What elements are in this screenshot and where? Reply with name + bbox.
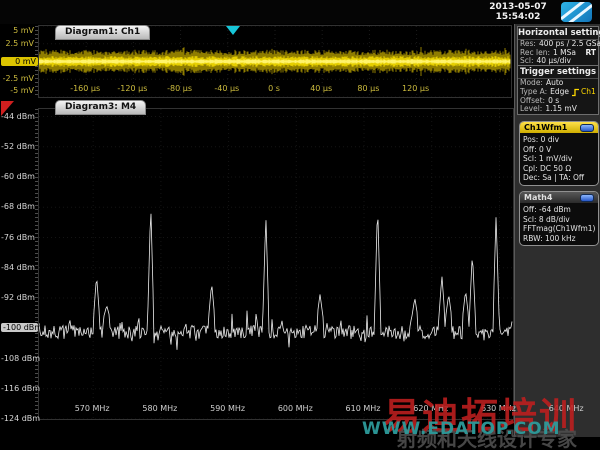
rohde-schwarz-logo-icon bbox=[561, 2, 592, 22]
diagram1-x-axis-label: -120 µs bbox=[110, 84, 154, 93]
trigger-level-row: Level: 1.15 mV bbox=[518, 105, 598, 114]
trigger-position-marker-icon[interactable] bbox=[226, 26, 240, 35]
math4-badge-title[interactable]: Math4 bbox=[520, 192, 598, 203]
diagram1-y-axis-label: 0 mV bbox=[1, 57, 38, 66]
date-label: 2013-05-07 bbox=[482, 2, 554, 12]
badge-row: Scl: 8 dB/div bbox=[523, 215, 595, 225]
diagram3-y-axis-label: -100 dBm bbox=[1, 323, 38, 332]
diagram3-x-axis-label: 600 MHz bbox=[273, 404, 317, 413]
badge-row: FFTmag(Ch1Wfm1) bbox=[523, 224, 595, 234]
diagram3-x-axis-label: 570 MHz bbox=[70, 404, 114, 413]
diagram3-y-axis-label: -108 dBm bbox=[1, 354, 34, 363]
badge-row: Dec: Sa | TA: Off bbox=[523, 173, 595, 183]
diagram1-x-axis-label: 80 µs bbox=[346, 84, 390, 93]
diagram1-y-axis-label: -2.5 mV bbox=[1, 74, 34, 83]
math4-badge-body: Off: -64 dBm Scl: 8 dB/div FFTmag(Ch1Wfm… bbox=[520, 203, 598, 245]
edge-trigger-icon bbox=[571, 88, 580, 97]
ch1wfm1-signal-badge[interactable]: Ch1Wfm1 Pos: 0 div Off: 0 V Scl: 1 mV/di… bbox=[519, 121, 599, 186]
diagram1-y-axis-label: 5 mV bbox=[1, 26, 34, 35]
badge-row: Pos: 0 div bbox=[523, 135, 595, 145]
diagram1-x-axis-label: -160 µs bbox=[63, 84, 107, 93]
diagram3-container[interactable]: Diagram3: M4 -44 dBm-52 dBm-60 dBm-68 dB… bbox=[0, 98, 514, 428]
trigger-source-label: Ch1 bbox=[581, 88, 596, 97]
datetime-display: 2013-05-07 15:54:02 bbox=[482, 2, 554, 22]
math4-badge-label: Math4 bbox=[524, 193, 552, 202]
badge-row: Off: 0 V bbox=[523, 145, 595, 155]
diagram3-x-axis-label: 590 MHz bbox=[206, 404, 250, 413]
time-label: 15:54:02 bbox=[482, 12, 554, 22]
diagram3-y-axis-label: -76 dBm bbox=[1, 233, 34, 242]
trigger-settings-panel[interactable]: Trigger settings Mode: Auto Type A: Edge… bbox=[517, 65, 599, 115]
badge-row: Cpl: DC 50 Ω bbox=[523, 164, 595, 174]
diagram3-plot-area[interactable] bbox=[38, 108, 514, 420]
diagram3-y-axis-label: -116 dBm bbox=[1, 384, 34, 393]
horizontal-settings-panel[interactable]: Horizontal settings Res: 400 ps / 2.5 GS… bbox=[517, 26, 599, 67]
diagram3-x-axis-label: 580 MHz bbox=[138, 404, 182, 413]
settings-sidebar: Horizontal settings Res: 400 ps / 2.5 GS… bbox=[514, 24, 600, 437]
diagram3-y-axis-label: -68 dBm bbox=[1, 202, 34, 211]
oscilloscope-screen: 2013-05-07 15:54:02 Diagram1: Ch1 5 mV 2.… bbox=[0, 0, 600, 450]
badge-row: Scl: 1 mV/div bbox=[523, 154, 595, 164]
badge-row: RBW: 100 kHz bbox=[523, 234, 595, 244]
math4-fft-svg bbox=[39, 109, 513, 419]
ch1wfm1-minimize-toggle[interactable] bbox=[580, 124, 594, 132]
diagram1-y-axis-label: -5 mV bbox=[1, 86, 34, 95]
diagram1-x-axis-label: -40 µs bbox=[205, 84, 249, 93]
diagram1-y-axis-label: 2.5 mV bbox=[1, 39, 34, 48]
diagram3-y-axis-label: -124 dBm bbox=[1, 414, 34, 423]
math4-signal-badge[interactable]: Math4 Off: -64 dBm Scl: 8 dB/div FFTmag(… bbox=[519, 191, 599, 246]
diagram3-y-axis-label: -84 dBm bbox=[1, 263, 34, 272]
diagram1-x-axis-label: 0 s bbox=[252, 84, 296, 93]
tab-diagram1[interactable]: Diagram1: Ch1 bbox=[55, 25, 150, 40]
math4-reference-marker-icon[interactable] bbox=[1, 101, 14, 116]
top-status-bar: 2013-05-07 15:54:02 bbox=[0, 0, 600, 24]
watermark-url-text: WWW.EDATOP.COM bbox=[362, 419, 561, 439]
badge-row: Off: -64 dBm bbox=[523, 205, 595, 215]
diagram1-x-axis-label: 40 µs bbox=[299, 84, 343, 93]
ch1wfm1-badge-body: Pos: 0 div Off: 0 V Scl: 1 mV/div Cpl: D… bbox=[520, 133, 598, 185]
ch1wfm1-badge-title[interactable]: Ch1Wfm1 bbox=[520, 122, 598, 133]
diagram3-y-axis-ruler bbox=[35, 109, 38, 417]
math4-minimize-toggle[interactable] bbox=[580, 194, 594, 202]
diagram3-x-axis-label: 610 MHz bbox=[341, 404, 385, 413]
tab-diagram3[interactable]: Diagram3: M4 bbox=[55, 100, 146, 115]
realtime-badge: RT bbox=[585, 49, 596, 58]
diagram1-x-axis-label: 120 µs bbox=[394, 84, 438, 93]
diagram1-container[interactable]: Diagram1: Ch1 5 mV 2.5 mV 0 mV -2.5 mV -5 mV… bbox=[0, 24, 514, 98]
ch1wfm1-badge-label: Ch1Wfm1 bbox=[524, 123, 567, 132]
diagram3-y-axis-label: -92 dBm bbox=[1, 293, 34, 302]
diagram1-x-axis-label: -80 µs bbox=[158, 84, 202, 93]
diagram3-y-axis-label: -52 dBm bbox=[1, 142, 34, 151]
diagram3-y-axis-label: -60 dBm bbox=[1, 172, 34, 181]
